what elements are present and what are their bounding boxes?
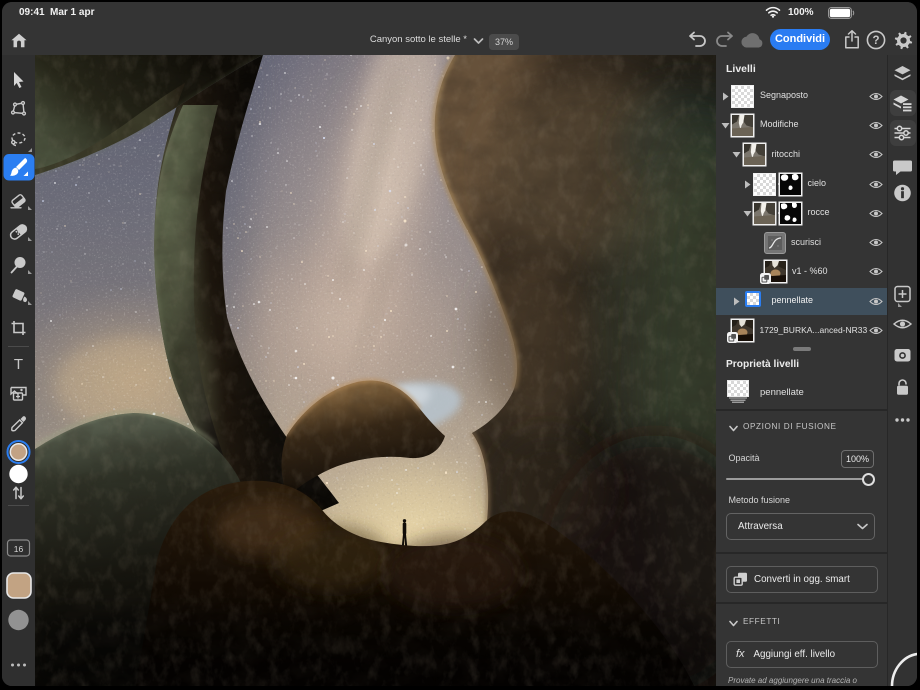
svg-text:T: T — [14, 356, 23, 373]
svg-text:?: ? — [872, 35, 879, 47]
svg-text:16: 16 — [14, 544, 24, 554]
